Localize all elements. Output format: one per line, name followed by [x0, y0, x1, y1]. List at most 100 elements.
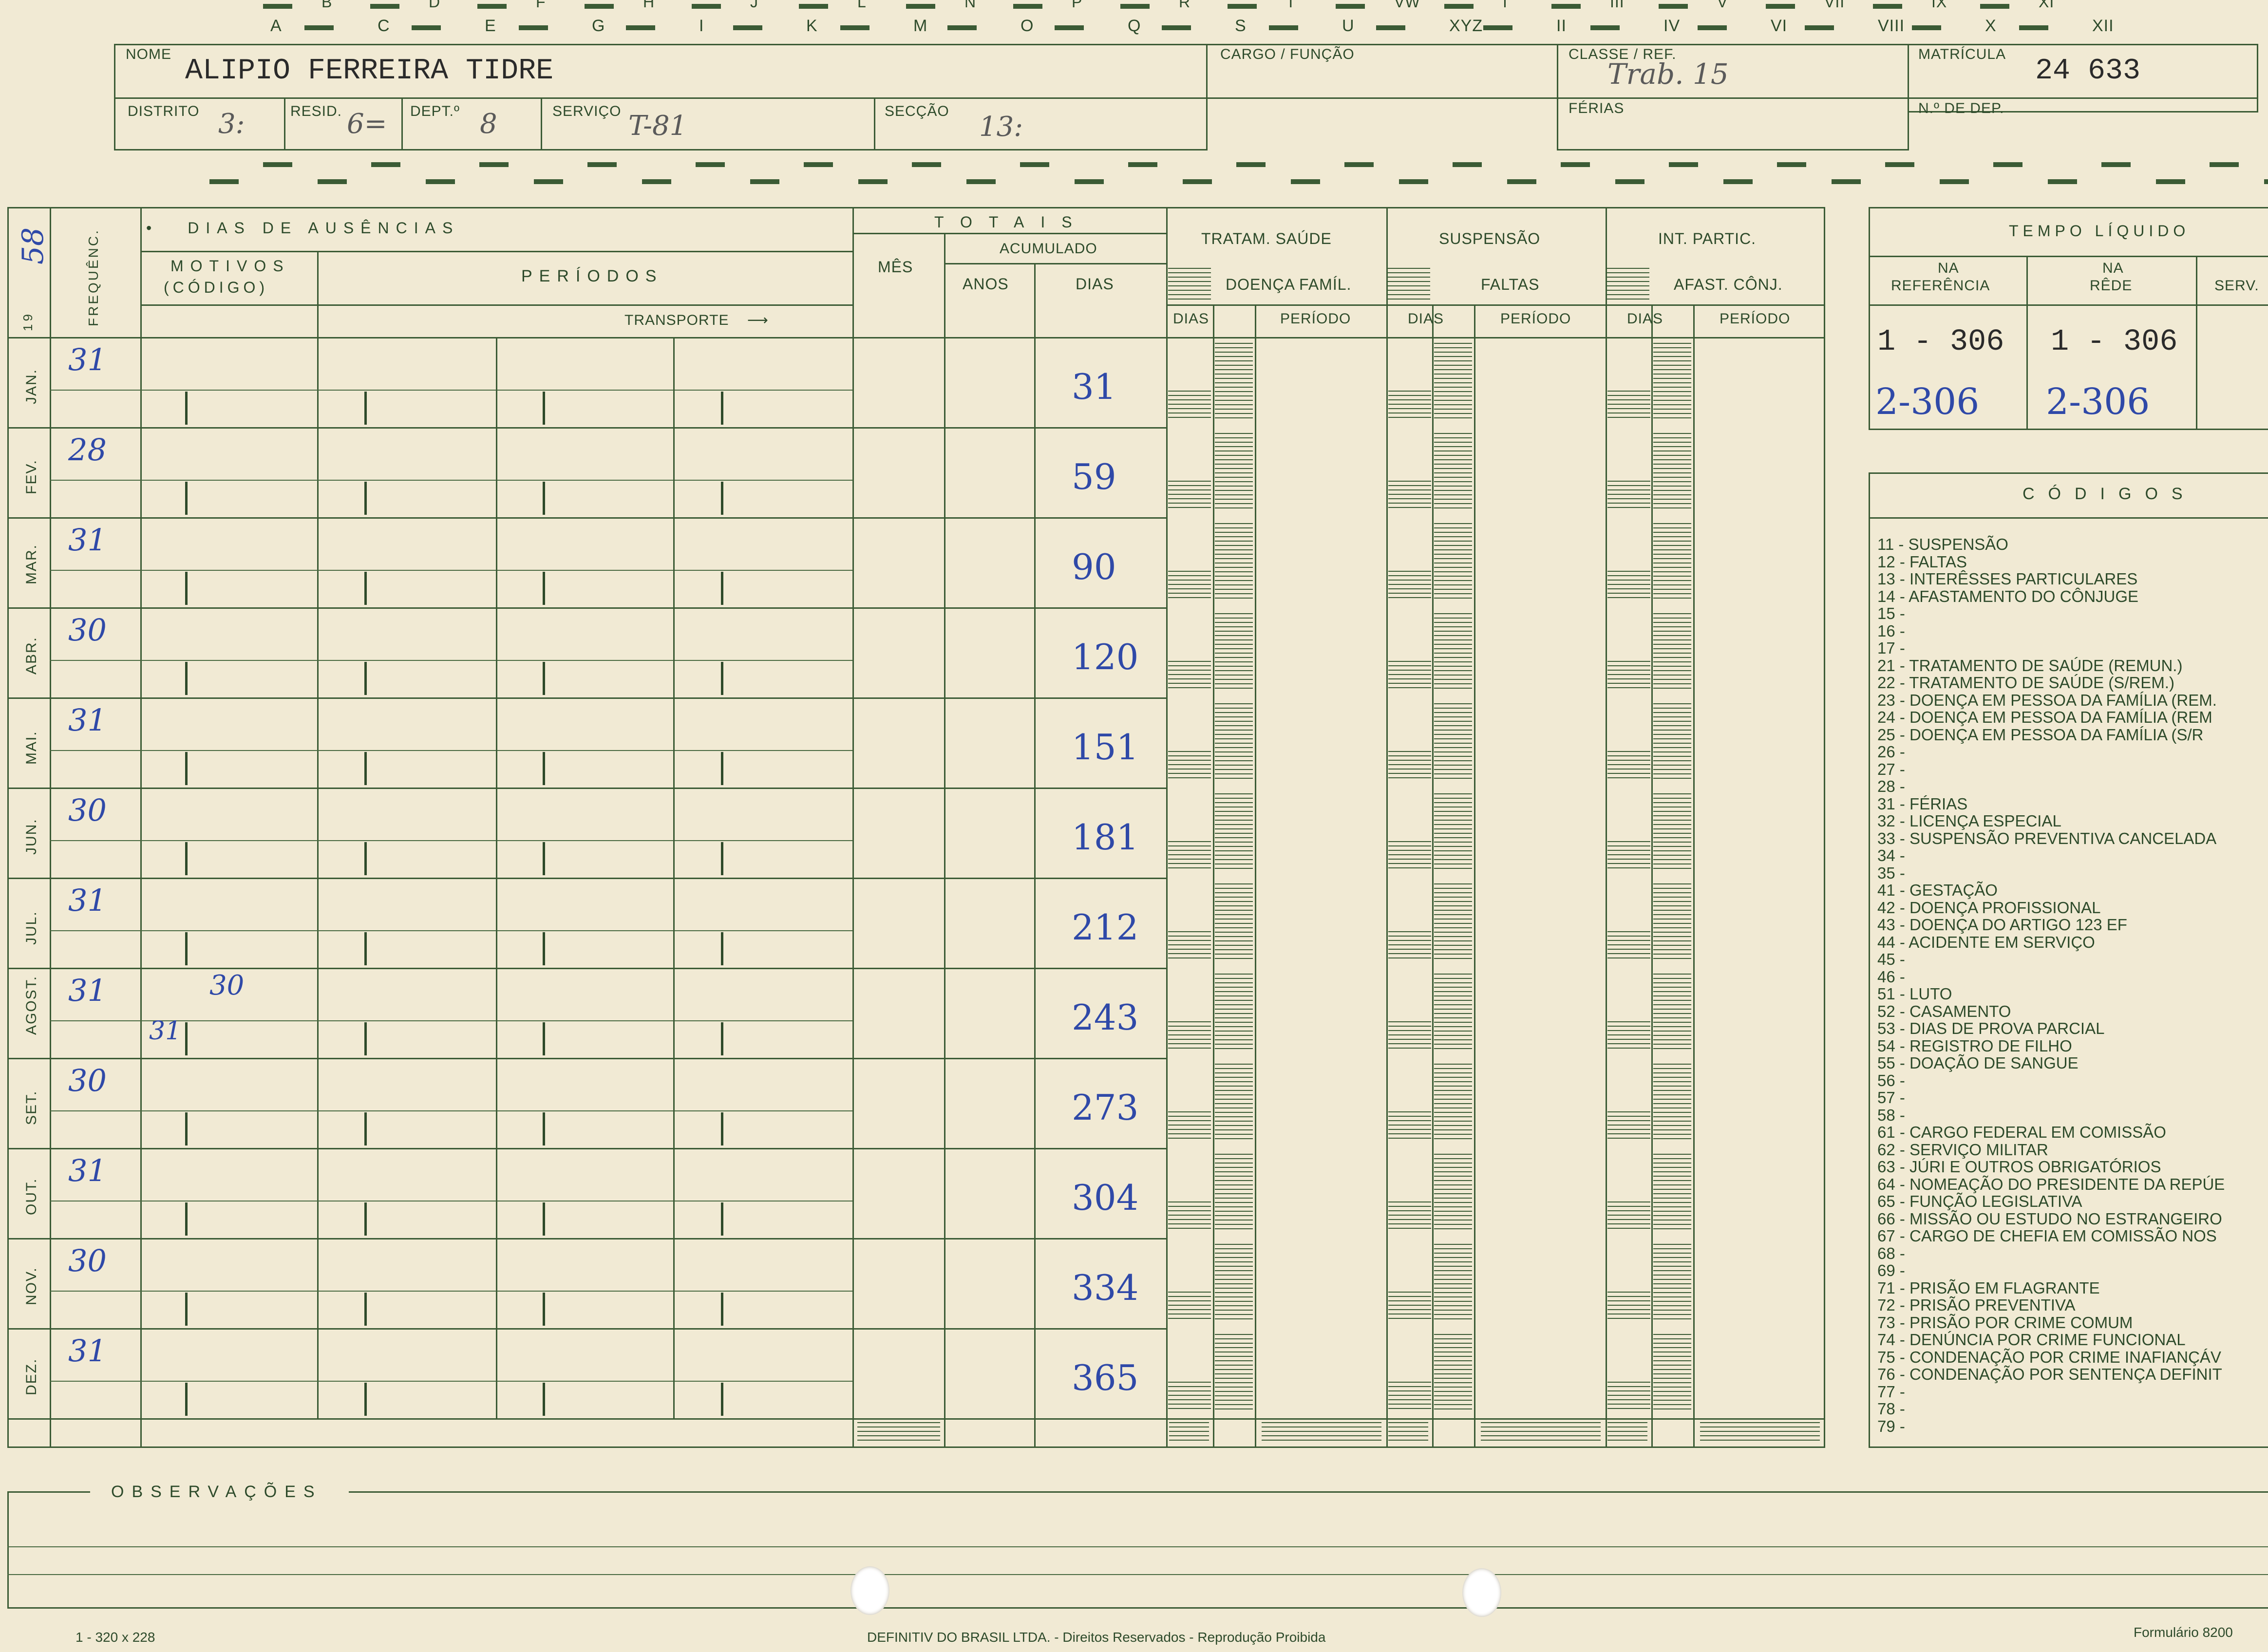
index-letter: I [1503, 0, 1508, 11]
month-label: MAI. [23, 731, 39, 765]
index-letter: V [1717, 0, 1728, 11]
index-letter: D [429, 0, 441, 11]
int-periodo-label: PERÍODO [1720, 311, 1791, 327]
codigo-item: 73 - PRISÃO POR CRIME COMUM [1877, 1313, 2133, 1332]
index-letter: XI [2039, 0, 2055, 11]
tratam-dias-label: DIAS [1173, 311, 1210, 327]
servico-label: SERVIÇO [552, 103, 622, 119]
frequencia-value: 30 [68, 612, 107, 648]
codigo-item: 71 - PRISÃO EM FLAGRANTE [1877, 1278, 2100, 1297]
int-partic-label: INT. PARTIC. [1658, 230, 1757, 247]
month-label: JAN. [23, 368, 39, 404]
index-letter: J [750, 0, 758, 11]
codigo-item: 76 - CONDENAÇÃO POR SENTENÇA DEFINIT [1877, 1365, 2222, 1383]
codigo-label: (CÓDIGO) [164, 279, 269, 296]
dept-value: 8 [480, 108, 497, 140]
frequencia-value: 31 [68, 702, 107, 738]
codigo-item: 34 - [1877, 846, 1905, 864]
dias-ausencias-label: • DIAS DE AUSÊNCIAS [146, 219, 460, 237]
frequencia-value: 31 [68, 1333, 107, 1369]
month-label: JUL. [23, 911, 39, 945]
acumulado-dias-value: 243 [1072, 997, 1139, 1038]
seccao-value: 13: [979, 111, 1023, 143]
index-letter: F [536, 0, 546, 11]
resid-value: 6= [347, 108, 387, 140]
doenca-famil-label: DOENÇA FAMÍL. [1226, 276, 1352, 293]
index-letter: L [857, 0, 867, 11]
acumulado-dias-value: 31 [1072, 366, 1116, 407]
codigo-item: 26 - [1877, 743, 1905, 761]
acumulado-dias-value: 304 [1072, 1177, 1139, 1218]
tempo-rede-row2: 2-306 [2046, 381, 2150, 423]
cargo-label: CARGO / FUNÇÃO [1220, 46, 1355, 62]
index-letter: XYZ [1449, 17, 1483, 35]
codigo-item: 54 - REGISTRO DE FILHO [1877, 1036, 2072, 1055]
codigo-item: 52 - CASAMENTO [1877, 1002, 2011, 1020]
na-rede-label: NA [2102, 260, 2124, 276]
frequencia-value: 31 [68, 973, 107, 1008]
codigo-item: 65 - FUNÇÃO LEGISLATIVA [1877, 1192, 2082, 1210]
frequencia-value: 31 [68, 522, 107, 558]
seccao-label: SECÇÃO [885, 103, 949, 119]
footer-format: 1 - 320 x 228 [76, 1630, 155, 1645]
codigo-item: 41 - GESTAÇÃO [1877, 881, 1998, 899]
frequencia-value: 31 [68, 1153, 107, 1188]
index-letter: C [378, 17, 390, 35]
year-value: 58 [16, 227, 51, 265]
codigo-item: 43 - DOENÇA DO ARTIGO 123 EF [1877, 916, 2127, 934]
index-letter: VI [1771, 17, 1788, 35]
index-letter: N [964, 0, 977, 11]
index-letter: VII [1824, 0, 1845, 11]
motivo-value: 30 [209, 970, 245, 1001]
footer-copyright: DEFINITIV DO BRASIL LTDA. - Direitos Res… [867, 1630, 1326, 1645]
frequencia-value: 30 [68, 1063, 107, 1098]
n-dep-label: N.º DE DEP. [1918, 100, 2004, 116]
codigo-item: 58 - [1877, 1106, 1905, 1124]
int-dias-label: DIAS [1627, 311, 1663, 327]
dept-label: DEPT.º [410, 103, 460, 119]
frequencia-value: 30 [68, 1243, 107, 1278]
codigo-item: 25 - DOENÇA EM PESSOA DA FAMÍLIA (S/R [1877, 725, 2204, 744]
codigo-item: 28 - [1877, 777, 1905, 795]
tempo-liquido-title: TEMPO LÍQUIDO [2009, 222, 2190, 240]
codigo-item: 57 - [1877, 1089, 1905, 1107]
serv-label: SERV. [2214, 278, 2259, 294]
codigo-item: 14 - AFASTAMENTO DO CÔNJUGE [1877, 587, 2139, 605]
codigo-item: 69 - [1877, 1261, 1905, 1279]
servico-value: T-81 [628, 110, 687, 142]
nome-label: NOME [126, 46, 171, 62]
periodos-label: PERÍODOS [521, 267, 663, 285]
codigo-item: 22 - TRATAMENTO DE SAÚDE (S/REM.) [1877, 674, 2174, 692]
codigo-item: 24 - DOENÇA EM PESSOA DA FAMÍLIA (REM [1877, 708, 2212, 726]
matricula-value: 24 633 [2035, 55, 2141, 88]
motivos-label: MOTIVOS [170, 257, 290, 275]
index-letter: R [1179, 0, 1191, 11]
susp-dias-label: DIAS [1408, 311, 1444, 327]
codigo-item: 15 - [1877, 604, 1905, 622]
codigo-item: 13 - INTERÊSSES PARTICULARES [1877, 570, 2138, 588]
index-letter: U [1342, 17, 1355, 35]
punch-hole-right [1462, 1568, 1501, 1617]
codigo-item: 33 - SUSPENSÃO PREVENTIVA CANCELADA [1877, 829, 2217, 847]
faltas-label: FALTAS [1481, 276, 1540, 293]
month-label: AGOST. [23, 975, 39, 1035]
rede-label: RÊDE [2090, 278, 2133, 294]
index-letter: H [643, 0, 655, 11]
susp-periodo-label: PERÍODO [1500, 311, 1571, 327]
index-letter: K [806, 17, 818, 35]
distrito-label: DISTRITO [128, 103, 200, 119]
record-card: B D F H J L N P R T VW I III V VII IX XI A C E G I K M O Q S U XYZ I… [0, 0, 2268, 1652]
index-letter: G [592, 17, 605, 35]
codigo-item: 11 - SUSPENSÃO [1877, 535, 2008, 553]
index-letter: M [913, 17, 928, 35]
tratam-periodo-label: PERÍODO [1280, 311, 1351, 327]
tempo-rede-row1: 1 - 306 [2051, 324, 2178, 359]
index-letter: Q [1128, 17, 1141, 35]
codigo-item: 17 - [1877, 639, 1905, 657]
codigo-item: 79 - [1877, 1417, 1905, 1435]
suspensao-label: SUSPENSÃO [1439, 230, 1541, 247]
tempo-ref-row2: 2-306 [1875, 381, 1980, 423]
acumulado-label: ACUMULADO [1000, 241, 1097, 257]
index-letter: VIII [1878, 17, 1905, 35]
month-label: DEZ. [23, 1358, 39, 1395]
